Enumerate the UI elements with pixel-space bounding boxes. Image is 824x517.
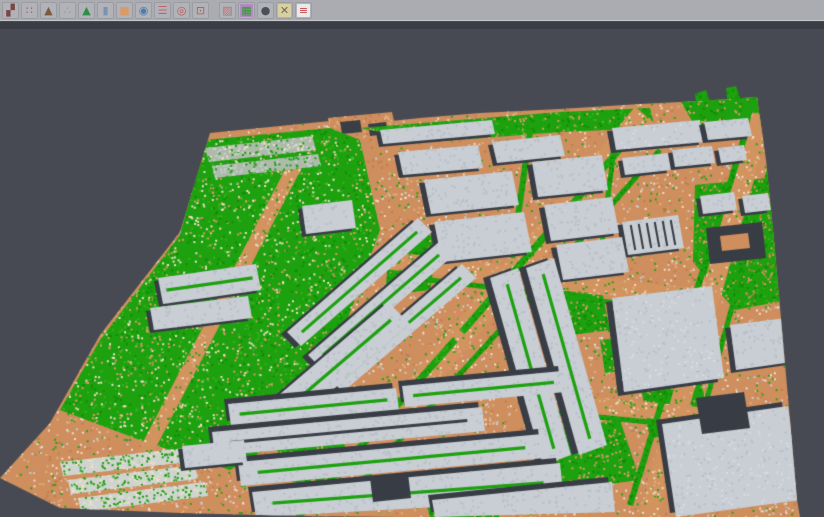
- crop-red-icon: ⊡: [194, 4, 207, 17]
- reject-tan-icon: ✕: [278, 4, 291, 17]
- sparse-points-icon: ∴: [61, 4, 74, 17]
- import-cloud-icon: ▞: [4, 4, 17, 17]
- crop-red-button[interactable]: ⊡: [192, 2, 209, 19]
- toolbar: ▞ ∷ ▲ ∴ ▲ ▮ ■ ◉ ☰ ◎ ⊡ ▨ ▦ ● ✕ ≡: [0, 0, 824, 21]
- flag-red-button[interactable]: ≡: [295, 2, 312, 19]
- grid-red-icon: ▨: [221, 4, 234, 17]
- reject-tan-button[interactable]: ✕: [276, 2, 293, 19]
- layers-red-icon: ☰: [156, 4, 169, 17]
- classified-map-icon: ▦: [240, 4, 253, 17]
- terrain-green-icon: ▲: [80, 4, 93, 17]
- grid-red-button[interactable]: ▨: [219, 2, 236, 19]
- flag-red-icon: ≡: [297, 4, 310, 17]
- viewport-3d-pointcloud[interactable]: [0, 0, 824, 517]
- application-window: ▞ ∷ ▲ ∴ ▲ ▮ ■ ◉ ☰ ◎ ⊡ ▨ ▦ ● ✕ ≡: [0, 0, 824, 517]
- terrain-green-button[interactable]: ▲: [78, 2, 95, 19]
- globe-blue-icon: ◉: [137, 4, 150, 17]
- layers-red-button[interactable]: ☰: [154, 2, 171, 19]
- terrain-brown-icon: ▲: [42, 4, 55, 17]
- toolbar-shadow-strip: [0, 22, 824, 29]
- globe-dark-icon: ●: [259, 4, 272, 17]
- target-red-icon: ◎: [175, 4, 188, 17]
- classified-map-button[interactable]: ▦: [238, 2, 255, 19]
- globe-dark-button[interactable]: ●: [257, 2, 274, 19]
- target-red-button[interactable]: ◎: [173, 2, 190, 19]
- ortho-square-button[interactable]: ■: [116, 2, 133, 19]
- import-cloud-button[interactable]: ▞: [2, 2, 19, 19]
- ortho-square-icon: ■: [118, 4, 131, 17]
- panel-blue-icon: ▮: [99, 4, 112, 17]
- globe-blue-button[interactable]: ◉: [135, 2, 152, 19]
- panel-blue-button[interactable]: ▮: [97, 2, 114, 19]
- scatter-points-icon: ∷: [23, 4, 36, 17]
- scatter-points-button[interactable]: ∷: [21, 2, 38, 19]
- sparse-points-button[interactable]: ∴: [59, 2, 76, 19]
- terrain-brown-button[interactable]: ▲: [40, 2, 57, 19]
